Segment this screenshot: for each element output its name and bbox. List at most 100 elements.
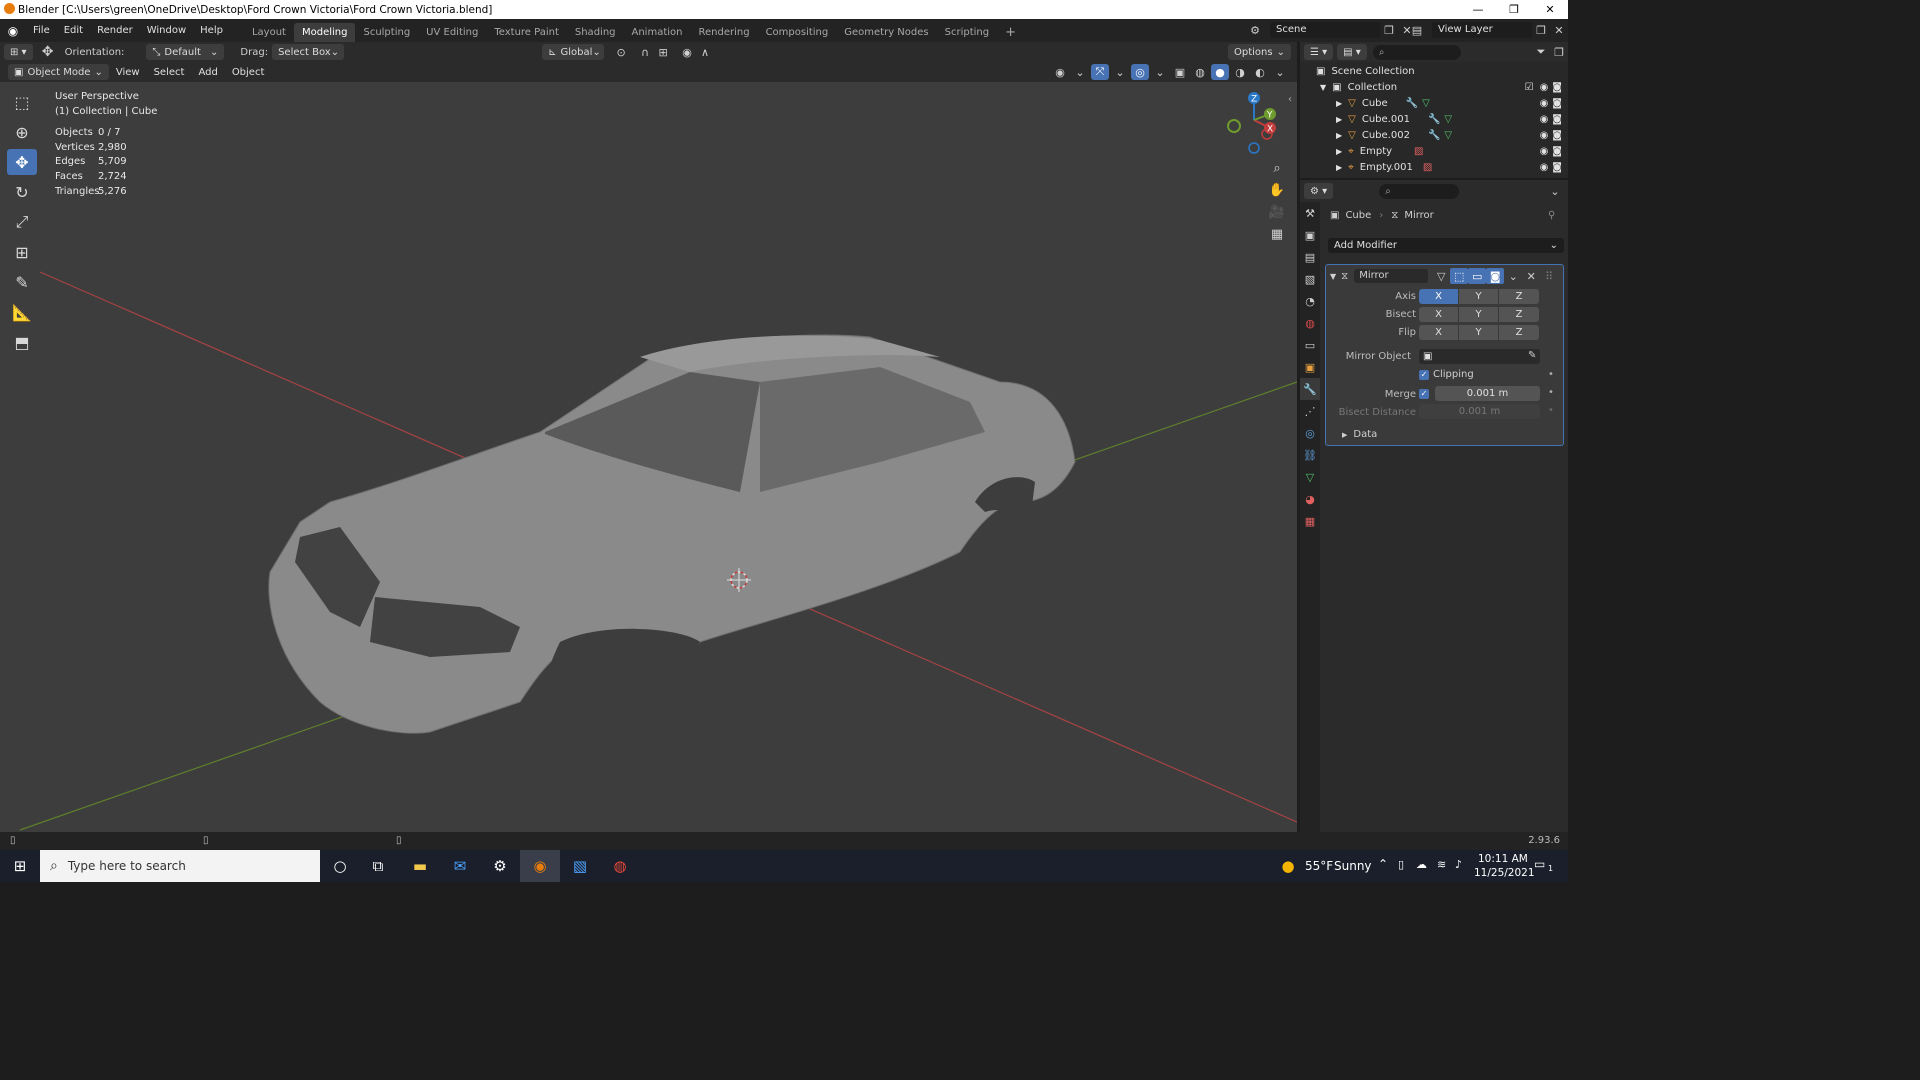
measure-tool-icon[interactable]: 📐 bbox=[7, 299, 37, 325]
merge-distance-field[interactable]: 0.001 m bbox=[1435, 386, 1540, 401]
overlays-toggle-icon[interactable]: ◎ bbox=[1131, 64, 1149, 80]
expand-arrow-icon[interactable]: ▶ bbox=[1336, 115, 1342, 124]
onedrive-cloud-icon[interactable]: ☁ bbox=[1416, 858, 1427, 871]
edit-cage-icon[interactable]: ▽ bbox=[1432, 268, 1450, 284]
visibility-eye-icon[interactable]: ◉ bbox=[1540, 98, 1549, 109]
clipping-option[interactable]: ✓ Clipping bbox=[1419, 369, 1474, 380]
remove-modifier-close-icon[interactable]: ✕ bbox=[1522, 268, 1540, 284]
menu-window[interactable]: Window bbox=[140, 19, 193, 42]
move-tool-icon[interactable]: ✥ bbox=[7, 149, 37, 175]
clock-time[interactable]: 10:11 AM bbox=[1478, 853, 1528, 865]
scale-tool-icon[interactable]: ⤢ bbox=[7, 209, 37, 235]
viewport-menu-select[interactable]: Select bbox=[147, 61, 192, 84]
steam-icon[interactable]: ⚙ bbox=[480, 850, 520, 882]
outliner-item[interactable]: ▶ ▽ Cube.001 🔧 ▽ ◉ ◙ bbox=[1300, 111, 1568, 127]
pan-hand-icon[interactable]: ✋ bbox=[1268, 182, 1286, 198]
wrench-modifier-icon[interactable]: 🔧 bbox=[1428, 130, 1440, 141]
outliner-search-input[interactable]: ⌕ bbox=[1372, 44, 1461, 60]
transform-tool-icon[interactable]: ⊞ bbox=[7, 239, 37, 265]
mesh-data-icon[interactable]: ▽ bbox=[1422, 98, 1430, 109]
cursor-tool-icon[interactable]: ⊕ bbox=[7, 119, 37, 145]
render-camera-icon[interactable]: ◙ bbox=[1552, 98, 1562, 109]
render-camera-icon[interactable]: ◙ bbox=[1552, 82, 1562, 93]
collapse-arrow-icon[interactable]: ▼ bbox=[1330, 272, 1336, 281]
data-tab-icon[interactable]: ▽ bbox=[1300, 466, 1320, 488]
task-view-icon[interactable]: ⧉ bbox=[358, 850, 398, 882]
wireframe-shading-icon[interactable]: ◍ bbox=[1191, 64, 1209, 80]
outliner-scene-collection[interactable]: ▣ Scene Collection bbox=[1300, 63, 1568, 79]
merge-checkbox[interactable]: ✓ bbox=[1419, 389, 1429, 399]
mail-icon[interactable]: ✉ bbox=[440, 850, 480, 882]
bisect-x-toggle[interactable]: X bbox=[1419, 307, 1459, 322]
3d-viewport[interactable]: Z X Y ⌕ ✋ 🎥 ▦ ‹ bbox=[0, 82, 1297, 832]
annotate-tool-icon[interactable]: ✎ bbox=[7, 269, 37, 295]
filter-icon[interactable]: ⏷ bbox=[1532, 44, 1550, 60]
drag-handle-icon[interactable]: ⠿ bbox=[1540, 268, 1558, 284]
physics-tab-icon[interactable]: ◎ bbox=[1300, 422, 1320, 444]
notification-icon[interactable]: ▭ bbox=[1534, 857, 1545, 871]
minimize-button[interactable]: — bbox=[1460, 0, 1496, 19]
viewport-menu-view[interactable]: View bbox=[109, 61, 147, 84]
visibility-eye-icon[interactable]: ◉ bbox=[1540, 130, 1549, 141]
options-dropdown[interactable]: Options ⌄ bbox=[1228, 44, 1291, 60]
device-icon[interactable]: ▯ bbox=[1398, 858, 1404, 871]
new-collection-icon[interactable]: ❐ bbox=[1550, 44, 1568, 60]
viewport-toggle-icon[interactable]: ▭ bbox=[1468, 268, 1487, 284]
tab-uv-editing[interactable]: UV Editing bbox=[418, 23, 486, 42]
visibility-eye-icon[interactable]: ◉ bbox=[1540, 82, 1549, 93]
scene-tab-icon[interactable]: ◔ bbox=[1300, 290, 1320, 312]
taskbar-search-box[interactable]: ⌕ Type here to search bbox=[40, 850, 320, 882]
data-subpanel[interactable]: ▶ Data bbox=[1342, 429, 1377, 440]
particles-tab-icon[interactable]: ⋰ bbox=[1300, 400, 1320, 422]
visibility-eye-icon[interactable]: ◉ bbox=[1540, 114, 1549, 125]
chrome-icon[interactable]: ◍ bbox=[600, 850, 640, 882]
solid-shading-icon[interactable]: ● bbox=[1211, 64, 1229, 80]
outliner-display-mode-icon[interactable]: ▤ ▾ bbox=[1337, 44, 1367, 60]
gizmo-neg-z-icon[interactable] bbox=[1248, 142, 1260, 154]
tab-geometry-nodes[interactable]: Geometry Nodes bbox=[836, 23, 936, 42]
mirror-object-field[interactable]: ▣ bbox=[1419, 349, 1540, 364]
visibility-eye-icon[interactable]: ◉ bbox=[1540, 146, 1549, 157]
view-layer-tab-icon[interactable]: ▧ bbox=[1300, 268, 1320, 290]
volume-icon[interactable]: ♪ bbox=[1455, 858, 1462, 871]
gizmo-neg-y-icon[interactable] bbox=[1227, 119, 1241, 133]
render-tab-icon[interactable]: ▣ bbox=[1300, 224, 1320, 246]
rendered-shading-icon[interactable]: ◐ bbox=[1251, 64, 1269, 80]
windows-start-icon[interactable]: ⊞ bbox=[0, 850, 40, 882]
wrench-modifier-icon[interactable]: 🔧 bbox=[1428, 114, 1440, 125]
xray-toggle-icon[interactable]: ▣ bbox=[1171, 64, 1189, 80]
material-shading-icon[interactable]: ◑ bbox=[1231, 64, 1249, 80]
weather-condition[interactable]: Sunny bbox=[1334, 859, 1372, 873]
select-box-tool-icon[interactable]: ⬚ bbox=[7, 89, 37, 115]
output-tab-icon[interactable]: ▤ bbox=[1300, 246, 1320, 268]
object-tab-icon[interactable]: ▣ bbox=[1300, 356, 1320, 378]
chevron-down-icon[interactable]: ⌄ bbox=[1504, 268, 1522, 284]
weather-sun-icon[interactable]: ● bbox=[1268, 850, 1308, 882]
properties-search-input[interactable]: ⌕ bbox=[1379, 183, 1460, 199]
menu-help[interactable]: Help bbox=[193, 19, 230, 42]
expand-arrow-icon[interactable]: ▶ bbox=[1336, 163, 1342, 172]
transform-orientation-dropdown[interactable]: ⊾ Global ⌄ bbox=[542, 44, 605, 60]
render-camera-icon[interactable]: ◙ bbox=[1552, 146, 1562, 157]
orientation-dropdown[interactable]: ⤡ Default ⌄ bbox=[146, 44, 225, 60]
snap-target-icon[interactable]: ⊞ bbox=[654, 44, 672, 60]
maximize-button[interactable]: ❐ bbox=[1496, 0, 1532, 19]
tab-sculpting[interactable]: Sculpting bbox=[355, 23, 418, 42]
clipping-checkbox[interactable]: ✓ bbox=[1419, 369, 1429, 380]
axis-y-toggle[interactable]: Y bbox=[1459, 289, 1499, 304]
texture-tab-icon[interactable]: ▦ bbox=[1300, 510, 1320, 532]
scene-icon[interactable]: ⚙ bbox=[1246, 22, 1264, 38]
sidebar-toggle-icon[interactable]: ‹ bbox=[1288, 94, 1292, 105]
render-camera-icon[interactable]: ◙ bbox=[1552, 114, 1562, 125]
expand-arrow-icon[interactable]: ▶ bbox=[1336, 131, 1342, 140]
outliner-item[interactable]: ▶ ⌖ Empty ▨ ◉ ◙ bbox=[1300, 143, 1568, 159]
tab-scripting[interactable]: Scripting bbox=[937, 23, 997, 42]
blender-taskbar-icon[interactable]: ◉ bbox=[520, 850, 560, 882]
cortana-icon[interactable]: ○ bbox=[320, 850, 360, 882]
keyframe-dot-icon[interactable]: • bbox=[1548, 387, 1554, 398]
outliner-collection[interactable]: ▼ ▣ Collection ☑ ◉ ◙ bbox=[1300, 79, 1568, 95]
outliner-item[interactable]: ▶ ▽ Cube.002 🔧 ▽ ◉ ◙ bbox=[1300, 127, 1568, 143]
tab-compositing[interactable]: Compositing bbox=[758, 23, 837, 42]
new-view-layer-icon[interactable]: ❐ bbox=[1532, 22, 1550, 38]
wifi-icon[interactable]: ≋ bbox=[1437, 858, 1446, 871]
